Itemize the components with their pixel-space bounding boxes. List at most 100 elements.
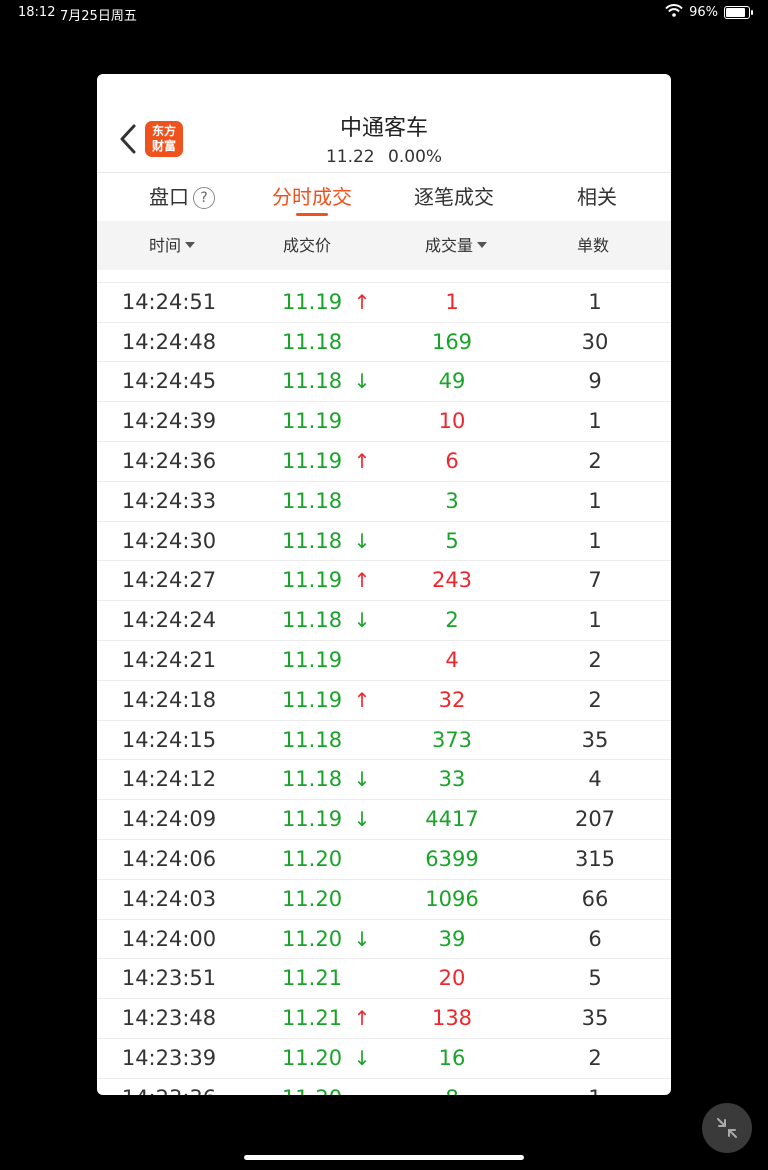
arrow-down-icon: ↓ <box>353 807 371 832</box>
trade-time: 14:24:15 <box>121 727 217 752</box>
help-icon[interactable]: ? <box>193 187 215 209</box>
trade-time: 14:23:51 <box>121 966 217 991</box>
trade-volume: 10 <box>438 409 466 434</box>
col-count-label: 单数 <box>577 236 610 255</box>
table-row[interactable]: 14:24:18 11.19 ↑ 32 2 <box>97 681 671 721</box>
table-row[interactable]: 14:24:27 11.19 ↑ 243 7 <box>97 561 671 602</box>
col-price-label: 成交价 <box>283 236 332 255</box>
tab-related-label: 相关 <box>577 185 617 209</box>
trade-volume: 373 <box>431 727 473 752</box>
tab-related[interactable]: 相关 <box>552 173 642 221</box>
trade-count: 207 <box>574 807 616 832</box>
trade-price: 11.18 <box>281 528 343 553</box>
trade-list[interactable]: 14:24:5411.1958714:24:5111.19↑1114:24:48… <box>97 270 671 1095</box>
table-row[interactable]: 14:24:00 11.20 ↓ 39 6 <box>97 920 671 960</box>
table-row[interactable]: 14:24:09 11.19 ↓ 4417 207 <box>97 800 671 840</box>
tab-zhubi[interactable]: 逐笔成交 <box>399 173 509 221</box>
table-row[interactable]: 14:23:48 11.21 ↑ 138 35 <box>97 999 671 1039</box>
table-row[interactable]: 14:24:30 11.18 ↓ 5 1 <box>97 522 671 562</box>
arrow-down-icon: ↓ <box>353 528 371 553</box>
col-count: 单数 <box>577 221 609 270</box>
col-time-label: 时间 <box>149 236 182 255</box>
stock-name: 中通客车 <box>339 116 428 141</box>
trade-price: 11.20 <box>281 1045 343 1070</box>
col-volume[interactable]: 成交量 <box>425 221 488 270</box>
trade-price: 11.21 <box>281 966 343 991</box>
trade-volume: 4417 <box>425 807 479 832</box>
table-row[interactable]: 14:24:33 11.18 3 1 <box>97 482 671 522</box>
trade-time: 14:23:48 <box>121 1006 217 1031</box>
battery-percent: 96% <box>689 5 718 20</box>
tab-zhubi-label: 逐笔成交 <box>414 185 494 209</box>
table-row[interactable]: 14:24:03 11.20 1096 66 <box>97 880 671 920</box>
col-time[interactable]: 时间 <box>149 221 196 270</box>
trade-count: 35 <box>581 1006 609 1031</box>
trade-price: 11.18 <box>281 369 343 394</box>
trade-price: 11.18 <box>281 488 343 513</box>
tab-bar: 盘口? 分时成交 逐笔成交 相关 <box>97 172 671 222</box>
table-row[interactable]: 14:24:45 11.18 ↓ 49 9 <box>97 362 671 403</box>
trade-volume: 4 <box>445 647 459 672</box>
home-indicator[interactable] <box>244 1155 524 1160</box>
table-row[interactable]: 14:24:54 11.19 58 7 <box>97 270 671 283</box>
table-row[interactable]: 14:24:24 11.18 ↓ 2 1 <box>97 601 671 641</box>
table-row[interactable]: 14:23:36 11.20 8 1 <box>97 1079 671 1095</box>
stock-price: 11.22 <box>325 147 375 167</box>
table-row[interactable]: 14:24:15 11.18 373 35 <box>97 721 671 761</box>
trade-count: 2 <box>588 1045 602 1070</box>
trade-price: 11.19 <box>281 409 343 434</box>
arrow-up-icon: ↑ <box>353 687 371 712</box>
arrow-up-icon: ↑ <box>353 448 371 473</box>
trade-count: 2 <box>588 448 602 473</box>
trade-volume: 169 <box>431 329 473 354</box>
trade-time: 14:24:12 <box>121 767 217 792</box>
trade-time: 14:24:06 <box>121 846 217 871</box>
trade-volume: 16 <box>438 1045 466 1070</box>
trade-count: 9 <box>588 369 602 394</box>
trade-price: 11.20 <box>281 926 343 951</box>
trade-count: 66 <box>581 886 609 911</box>
wifi-icon <box>665 4 683 21</box>
status-date: 7月25日周五 <box>60 9 137 24</box>
trade-count: 6 <box>588 926 602 951</box>
trade-price: 11.18 <box>281 608 343 633</box>
sort-caret-icon <box>477 242 488 248</box>
trade-time: 14:24:03 <box>121 886 217 911</box>
minimize-button[interactable] <box>702 1103 752 1153</box>
trade-volume: 58 <box>407 270 497 282</box>
trade-price: 11.20 <box>281 846 343 871</box>
trade-count: 1 <box>588 528 602 553</box>
col-price: 成交价 <box>283 221 331 270</box>
trade-volume: 6 <box>445 448 459 473</box>
trade-volume: 39 <box>438 926 466 951</box>
trade-price: 11.20 <box>277 1079 347 1095</box>
tab-pankou[interactable]: 盘口? <box>127 173 237 221</box>
table-row[interactable]: 14:24:12 11.18 ↓ 33 4 <box>97 760 671 801</box>
trade-price: 11.19 <box>281 568 343 593</box>
trade-time: 14:24:54 <box>119 270 219 282</box>
col-volume-label: 成交量 <box>425 236 474 255</box>
tab-fenshi-label: 分时成交 <box>272 185 352 209</box>
table-row[interactable]: 14:24:06 11.20 6399 315 <box>97 840 671 880</box>
table-row[interactable]: 14:24:39 11.19 10 1 <box>97 402 671 442</box>
battery-icon <box>724 6 753 19</box>
trade-volume: 5 <box>445 528 459 553</box>
table-row[interactable]: 14:23:51 11.21 20 5 <box>97 959 671 1000</box>
table-row[interactable]: 14:24:48 11.18 169 30 <box>97 323 671 363</box>
table-row[interactable]: 14:24:51 11.19 ↑ 1 1 <box>97 283 671 323</box>
table-row[interactable]: 14:24:21 11.19 4 2 <box>97 641 671 681</box>
trade-time: 14:24:30 <box>121 528 217 553</box>
trade-count: 1 <box>588 409 602 434</box>
arrow-down-icon: ↓ <box>353 1045 371 1070</box>
trade-time: 14:24:00 <box>121 926 217 951</box>
trade-volume: 6399 <box>425 846 479 871</box>
arrow-down-icon: ↓ <box>353 608 371 633</box>
table-row[interactable]: 14:24:36 11.19 ↑ 6 2 <box>97 442 671 482</box>
table-row[interactable]: 14:23:39 11.20 ↓ 16 2 <box>97 1039 671 1079</box>
quote-panel: 东方 财富 中通客车 11.22 0.00% 盘口? 分时成交 逐笔成交 相关 … <box>97 74 671 1095</box>
arrow-up-icon: ↑ <box>353 289 371 314</box>
trade-rows: 14:24:5411.1958714:24:5111.19↑1114:24:48… <box>97 270 671 1095</box>
trade-time: 14:24:18 <box>121 687 217 712</box>
arrow-down-icon: ↓ <box>353 926 371 951</box>
trade-price: 11.19 <box>281 687 343 712</box>
